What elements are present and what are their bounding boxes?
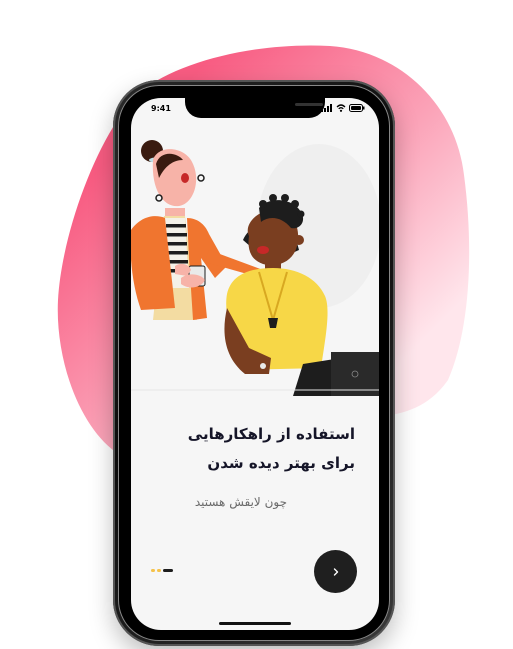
onboarding-subtitle: چون لایقش هستید	[194, 495, 287, 509]
phone-screen: 9:41 استفاده از راهکارهایی برای بهتر دید…	[131, 98, 379, 630]
chevron-right-icon	[333, 567, 338, 576]
wifi-icon	[336, 104, 346, 112]
status-time: 9:41	[151, 104, 171, 113]
signal-icon	[321, 104, 332, 112]
speaker-grille	[295, 103, 323, 106]
page-dot-1	[151, 569, 155, 572]
battery-icon	[349, 104, 365, 112]
onboarding-title: استفاده از راهکارهایی برای بهتر دیده شدن	[135, 420, 355, 478]
onboarding-illustration	[131, 140, 379, 396]
page-indicator	[151, 569, 173, 572]
phone-notch	[185, 98, 325, 118]
next-button[interactable]	[314, 550, 357, 593]
status-icons	[321, 104, 365, 112]
title-line-1: استفاده از راهکارهایی	[187, 425, 355, 443]
page-dot-2	[157, 569, 161, 572]
home-indicator	[219, 622, 291, 625]
page-dot-active	[163, 569, 173, 572]
title-line-2: برای بهتر دیده شدن	[207, 454, 355, 472]
